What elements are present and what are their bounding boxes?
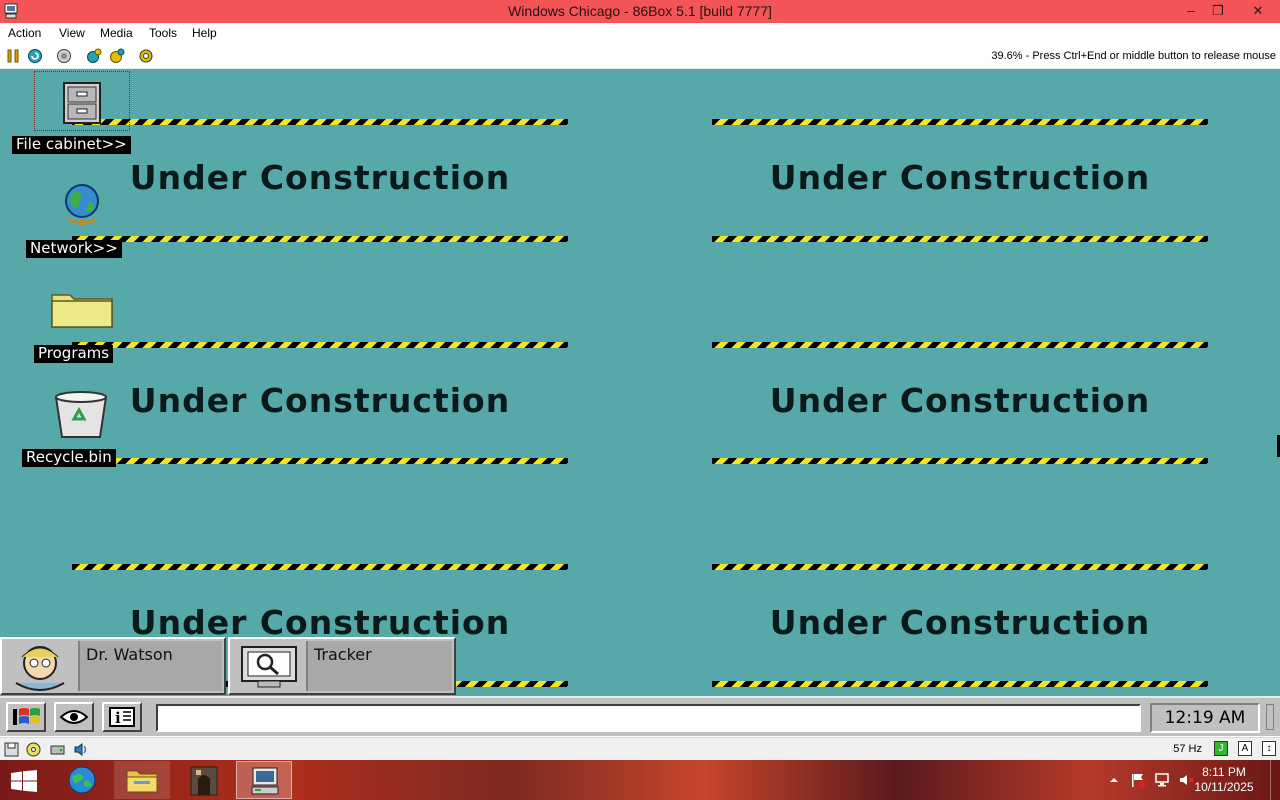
host-taskbar: 8:11 PM 10/11/2025 [0,760,1280,800]
guest-taskbar: i 12:19 AM [0,696,1280,736]
menu-tools[interactable]: Tools [149,26,177,40]
host-app-button-active[interactable] [236,761,292,799]
host-clock[interactable]: 8:11 PM 10/11/2025 [1194,765,1254,795]
internet-explorer-icon [68,766,96,794]
menu-view[interactable]: View [59,26,85,40]
ctrl-alt-del-icon[interactable] [56,48,72,64]
caution-stripe [72,342,568,348]
title-bar: Windows Chicago - 86Box 5.1 [build 7777]… [0,0,1280,23]
guest-clock: 12:19 AM [1150,703,1260,733]
dr-watson-icon [15,646,65,691]
svg-text:i: i [115,709,121,727]
file-cabinet-icon[interactable] [58,81,106,125]
caution-stripe [72,564,568,570]
guest-taskbar-grip[interactable] [1266,704,1274,730]
guest-start-button[interactable] [6,702,46,732]
hard-reset-icon[interactable] [109,48,125,64]
show-hidden-icons-icon[interactable] [1106,772,1122,788]
under-construction-text: Under Construction [769,381,1151,420]
desktop-icon-label[interactable]: Network>> [26,240,122,258]
desktop-icon-label[interactable]: Programs [34,345,114,363]
restore-button[interactable]: ❐ [1203,0,1233,23]
under-construction-text: Under Construction [129,158,511,197]
pause-icon[interactable] [5,48,21,64]
settings-icon[interactable] [138,48,154,64]
windows-start-icon[interactable] [10,770,38,792]
emulator-status-bar: 57 Hz J A ↕ [0,737,1280,760]
under-construction-text: Under Construction [769,603,1151,642]
file-explorer-icon [126,770,158,793]
host-app-button[interactable] [114,761,170,799]
caution-stripe [712,458,1208,464]
volume-muted-icon[interactable] [1178,772,1194,788]
guest-eye-button[interactable] [54,702,94,732]
cdrom-icon[interactable] [26,742,41,757]
minimized-app-dr-watson[interactable]: Dr. Watson [0,637,226,695]
recycle-bin-icon[interactable] [52,389,110,439]
caps-lock-indicator: A [1238,741,1252,756]
menu-media[interactable]: Media [100,26,133,40]
host-app-button[interactable] [54,761,110,799]
show-desktop-button[interactable] [1270,760,1280,800]
menu-help[interactable]: Help [192,26,217,40]
reset-icon[interactable] [27,48,43,64]
desktop-icon-label[interactable]: File cabinet>> [12,136,131,154]
action-center-flag-icon[interactable] [1130,772,1146,788]
folder-icon[interactable] [50,289,116,329]
caution-stripe [712,681,1208,687]
emulated-desktop[interactable]: Under Construction Under Construction Un… [0,69,1280,696]
host-app-button[interactable] [176,761,232,799]
under-construction-text: Under Construction [129,381,511,420]
caution-stripe [72,119,568,125]
info-icon: i [109,707,135,727]
sound-icon[interactable] [73,742,88,757]
globe-icon[interactable] [58,181,108,229]
ctrl-alt-esc-icon[interactable] [86,48,102,64]
86box-icon [251,767,279,795]
caution-stripe [712,564,1208,570]
guest-info-button[interactable]: i [102,702,142,732]
minimized-app-label: Tracker [306,641,452,691]
refresh-rate: 57 Hz [1173,743,1202,755]
hard-disk-icon[interactable] [50,742,65,757]
app-icon [190,766,218,796]
host-time: 8:11 PM [1202,765,1246,779]
caution-stripe [72,458,568,464]
minimize-button[interactable]: – [1176,0,1206,23]
eye-icon [59,710,89,724]
caution-stripe [712,342,1208,348]
caution-stripe [72,236,568,242]
desktop-icon-label[interactable]: Recycle.bin [22,449,116,467]
minimized-app-tracker[interactable]: Tracker [228,637,456,695]
menu-bar: Action View Media Tools Help [0,23,1280,44]
close-button[interactable]: ✕ [1236,0,1280,23]
toolbar: 39.6% - Press Ctrl+End or middle button … [0,44,1280,69]
keyboard-indicator: J [1214,741,1228,756]
floppy-icon[interactable] [4,742,19,757]
guest-taskbar-field[interactable] [156,704,1141,732]
network-icon[interactable] [1154,772,1170,788]
caution-stripe [712,236,1208,242]
windows-flag-icon [13,708,40,725]
scroll-lock-indicator: ↕ [1262,741,1276,756]
tracker-icon [241,646,297,688]
caution-stripe [712,119,1208,125]
host-date: 10/11/2025 [1194,780,1254,794]
window-title: Windows Chicago - 86Box 5.1 [build 7777] [508,3,772,19]
menu-action[interactable]: Action [8,26,41,40]
minimized-app-label: Dr. Watson [78,641,222,691]
mouse-capture-status: 39.6% - Press Ctrl+End or middle button … [991,50,1276,62]
under-construction-text: Under Construction [769,158,1151,197]
